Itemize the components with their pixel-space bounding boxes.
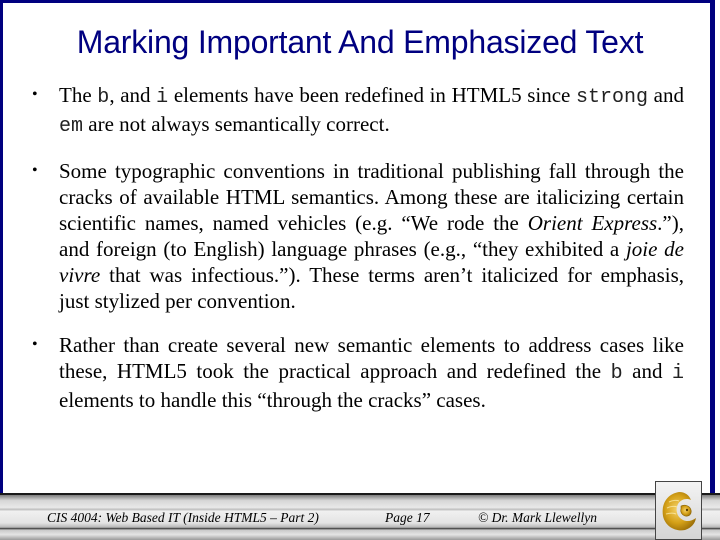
bullet-icon: • <box>32 86 38 103</box>
code-term: i <box>671 362 684 385</box>
italic-term: Orient Express <box>527 211 658 235</box>
footer-page-number: Page 17 <box>385 510 430 525</box>
slide-title: Marking Important And Emphasized Text <box>76 24 644 60</box>
slide-content: • The b, and i elements have been redefi… <box>30 82 684 431</box>
pegasus-logo-icon <box>662 492 696 531</box>
bullet-text: Rather than create several new semantic … <box>59 333 684 412</box>
text-run: , and <box>109 83 157 107</box>
text-run: that was infectious.”). These terms aren… <box>59 263 684 313</box>
code-term: b <box>97 86 110 109</box>
slide-footer: CIS 4004: Web Based IT (Inside HTML5 – P… <box>0 493 720 540</box>
text-run: are not always semantically correct. <box>83 112 390 136</box>
code-term: i <box>156 86 169 109</box>
text-run: elements have been redefined in HTML5 si… <box>168 83 577 107</box>
bullet-icon: • <box>32 336 38 353</box>
text-run: and <box>648 83 684 107</box>
code-term: em <box>59 115 84 138</box>
code-term: strong <box>576 86 649 109</box>
footer-copyright: © Dr. Mark Llewellyn <box>478 510 597 525</box>
logo-box <box>655 481 702 540</box>
footer-course-label: CIS 4004: Web Based IT (Inside HTML5 – P… <box>47 510 319 525</box>
text-run: The <box>59 83 98 107</box>
bullet-item: • The b, and i elements have been redefi… <box>30 82 684 140</box>
bullet-text: The b, and i elements have been redefine… <box>59 83 684 138</box>
bullet-item: • Rather than create several new semanti… <box>30 332 684 413</box>
code-term: b <box>610 362 623 385</box>
text-run: and <box>622 359 672 383</box>
text-run: Rather than create several new semantic … <box>59 333 684 383</box>
text-run: elements to handle this “through the cra… <box>59 388 486 412</box>
bullet-icon: • <box>32 162 38 179</box>
bullet-item: • Some typographic conventions in tradit… <box>30 158 684 314</box>
bullet-text: Some typographic conventions in traditio… <box>59 159 684 313</box>
